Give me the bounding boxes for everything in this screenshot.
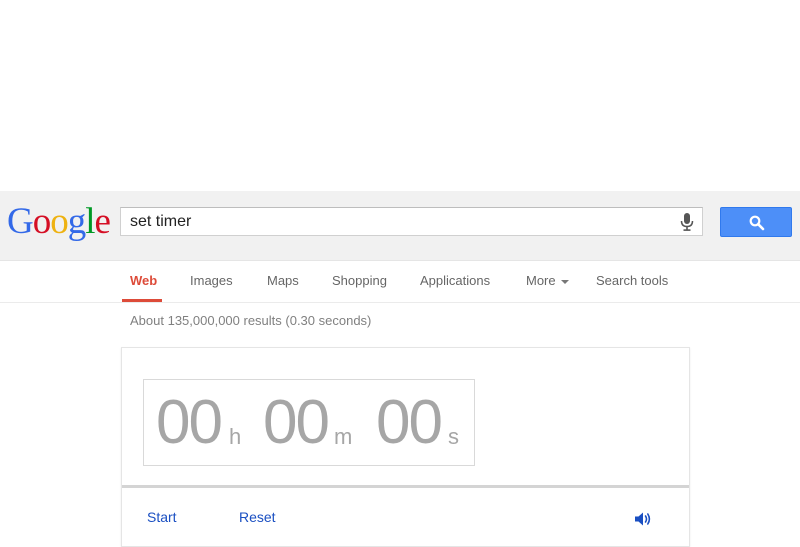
search-box[interactable] [120, 207, 703, 236]
timer-minutes-unit: m [334, 424, 353, 449]
reset-button[interactable]: Reset [239, 509, 276, 525]
timer-minutes: 00 [263, 388, 330, 457]
logo-letter: o [50, 201, 68, 242]
start-button[interactable]: Start [147, 509, 177, 525]
search-button[interactable] [720, 207, 792, 237]
google-logo[interactable]: Google [7, 201, 111, 242]
magnifier-icon [749, 215, 765, 231]
caret-down-icon [560, 279, 569, 284]
search-input[interactable] [130, 208, 670, 235]
timer-card: 00 h 00 m 00 s Start Reset [121, 347, 690, 547]
speaker-icon[interactable] [634, 511, 652, 527]
timer-seconds-unit: s [448, 424, 459, 449]
timer-hours: 00 [156, 388, 223, 457]
tab-search-tools[interactable]: Search tools [596, 273, 668, 288]
logo-letter: G [7, 201, 34, 242]
tab-maps[interactable]: Maps [267, 273, 299, 288]
logo-letter: l [85, 201, 95, 242]
logo-letter: o [32, 201, 51, 242]
logo-letter: g [67, 201, 86, 242]
tab-more-label: More [526, 273, 556, 288]
tab-more[interactable]: More [526, 273, 569, 288]
microphone-icon[interactable] [680, 213, 694, 231]
timer-seconds: 00 [376, 388, 443, 457]
tab-shopping[interactable]: Shopping [332, 273, 387, 288]
timer-display[interactable]: 00 h 00 m 00 s [143, 379, 475, 466]
search-nav: Web Images Maps Shopping Applications Mo… [0, 261, 800, 303]
tab-web[interactable]: Web [130, 273, 157, 288]
tab-applications[interactable]: Applications [420, 273, 490, 288]
logo-letter: e [94, 201, 111, 242]
tab-images[interactable]: Images [190, 273, 233, 288]
timer-hours-unit: h [229, 424, 242, 449]
card-divider [122, 485, 689, 488]
result-stats: About 135,000,000 results (0.30 seconds) [130, 313, 372, 328]
active-tab-indicator [122, 299, 162, 302]
